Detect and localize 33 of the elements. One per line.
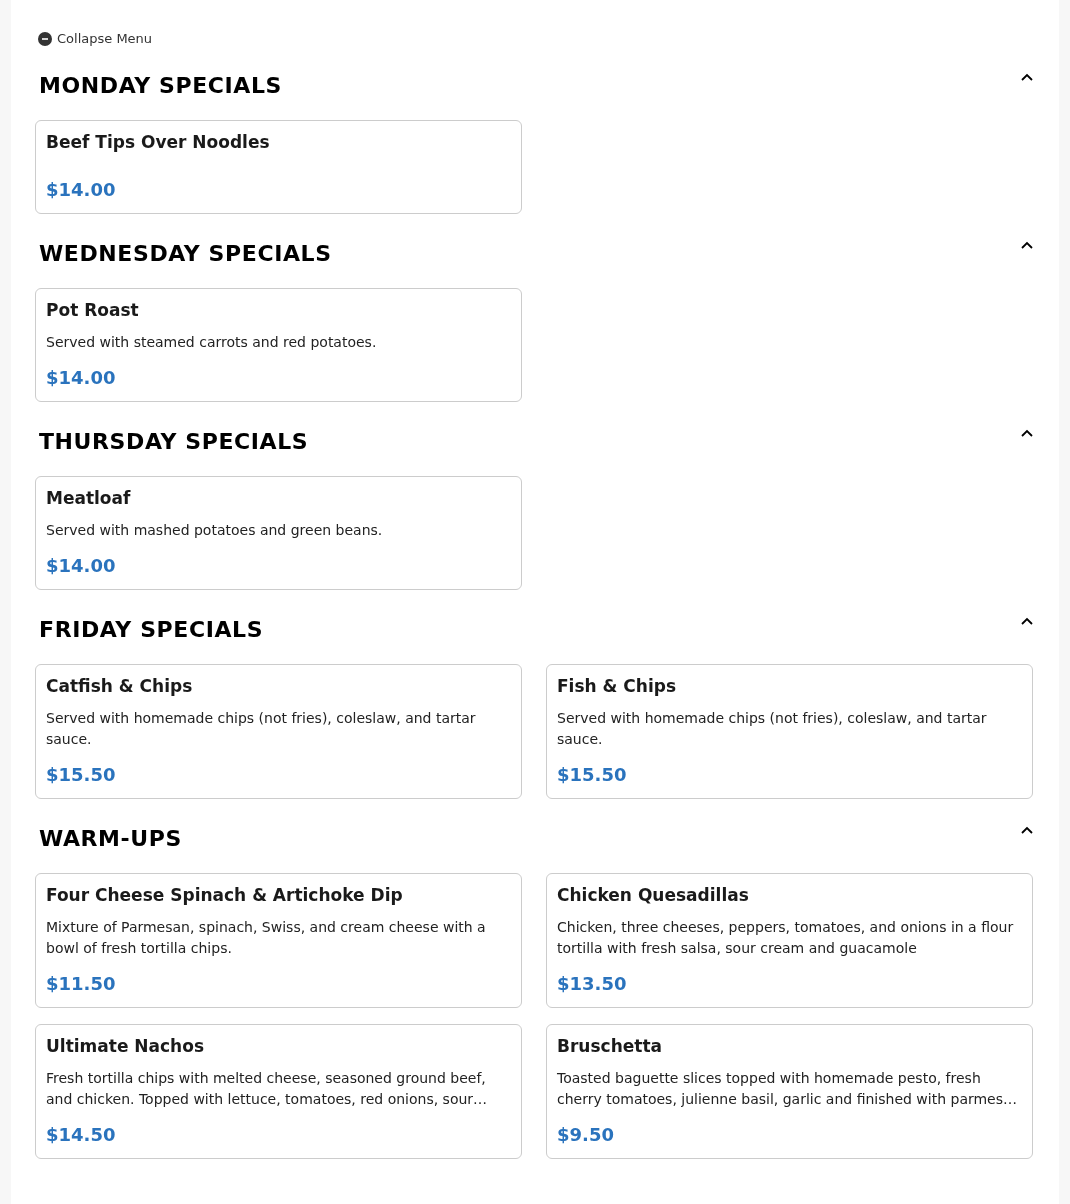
item-description: Fresh tortilla chips with melted cheese, seasoned ground beef, and chicken. Topped with lettuce, tomatoes, red onions, sour… bbox=[46, 1069, 489, 1109]
section-title: MONDAY SPECIALS bbox=[39, 72, 282, 98]
item-name: Chicken Quesadillas bbox=[557, 884, 750, 906]
item-price: $14.00 bbox=[46, 366, 117, 390]
item-description: Served with mashed potatoes and green beans. bbox=[46, 521, 384, 540]
section-title: WEDNESDAY SPECIALS bbox=[39, 240, 332, 266]
item-description: Mixture of Parmesan, spinach, Swiss, and cream cheese with a bowl of fresh tortilla chips. bbox=[46, 918, 487, 958]
item-name: Meatloaf bbox=[46, 487, 132, 509]
item-description: Chicken, three cheeses, peppers, tomatoes, and onions in a flour tortilla with fresh salsa, sour cream and guacamole bbox=[557, 918, 1015, 958]
item-name: Four Cheese Spinach & Artichoke Dip bbox=[46, 884, 404, 906]
minus-circle-icon bbox=[38, 31, 52, 46]
item-price: $15.50 bbox=[557, 763, 628, 787]
item-name: Bruschetta bbox=[557, 1035, 663, 1057]
item-price: $9.50 bbox=[557, 1123, 615, 1147]
item-price: $15.50 bbox=[46, 763, 117, 787]
item-name: Fish & Chips bbox=[557, 675, 678, 697]
item-price: $14.00 bbox=[46, 554, 117, 578]
item-price: $11.50 bbox=[46, 972, 117, 996]
item-name: Pot Roast bbox=[46, 299, 140, 321]
item-description: Toasted baguette slices topped with homemade pesto, fresh cherry tomatoes, julienne basil, garlic and finished with parmes… bbox=[557, 1069, 1019, 1109]
item-price: $13.50 bbox=[557, 972, 628, 996]
section-title: THURSDAY SPECIALS bbox=[39, 428, 309, 454]
item-name: Beef Tips Over Noodles bbox=[46, 131, 271, 153]
item-name: Catfish & Chips bbox=[46, 675, 194, 697]
collapse-menu-button[interactable]: Collapse Menu bbox=[35, 31, 153, 46]
item-description: Served with steamed carrots and red potatoes. bbox=[46, 333, 378, 352]
item-name: Ultimate Nachos bbox=[46, 1035, 206, 1057]
item-description: Served with homemade chips (not fries), coleslaw, and tartar sauce. bbox=[557, 709, 988, 749]
item-price: $14.50 bbox=[46, 1123, 117, 1147]
item-description: Served with homemade chips (not fries), coleslaw, and tartar sauce. bbox=[46, 709, 477, 749]
section-title: FRIDAY SPECIALS bbox=[39, 616, 264, 642]
item-price: $14.00 bbox=[46, 178, 117, 202]
section-title: WARM-UPS bbox=[39, 825, 182, 851]
